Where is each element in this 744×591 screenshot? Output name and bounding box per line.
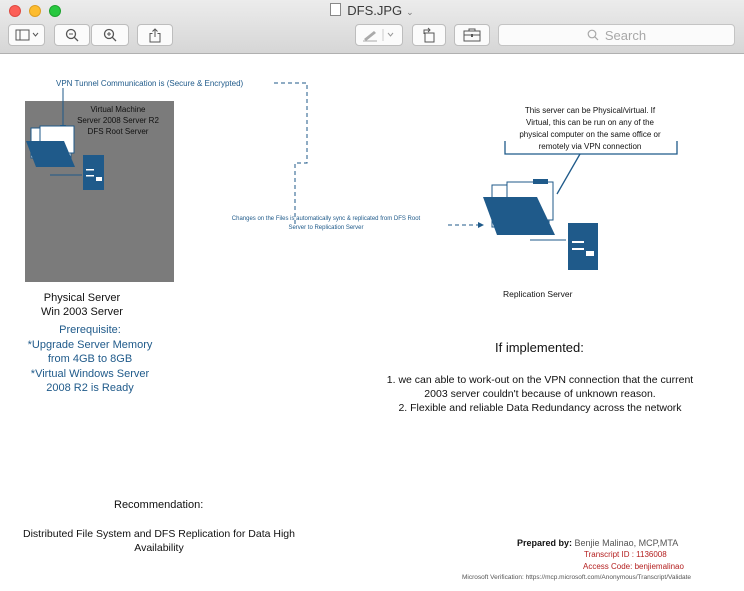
- share-button[interactable]: [137, 24, 173, 46]
- sidebar-view-button[interactable]: [8, 24, 45, 46]
- chevron-down-icon: ⌄: [406, 7, 414, 17]
- toolbox-button[interactable]: [454, 24, 490, 46]
- rotate-icon: [423, 27, 435, 43]
- document-icon: [330, 3, 342, 16]
- search-placeholder: Search: [604, 27, 647, 43]
- vm-server-icon: [83, 155, 104, 190]
- implemented-points: 1. we can able to work-out on the VPN co…: [386, 374, 694, 414]
- zoom-in-button[interactable]: [91, 24, 129, 46]
- sync-label: Changes on the Files is automatically sy…: [231, 216, 421, 231]
- access-code: Access Code: benjiemalinao: [583, 562, 684, 571]
- zoom-out-button[interactable]: [54, 24, 90, 46]
- replication-server-icon: [568, 223, 598, 270]
- zoom-in-icon: [103, 28, 117, 42]
- recommendation-body: Distributed File System and DFS Replicat…: [23, 528, 295, 554]
- replication-folder-icon: [483, 179, 555, 235]
- prerequisite-text: Prerequisite: *Upgrade Server Memory fro…: [27, 324, 153, 394]
- verification-link: Microsoft Verification: https://mcp.micr…: [462, 574, 692, 581]
- vpn-tunnel-line: [274, 82, 308, 225]
- toolbox-icon: [463, 28, 481, 42]
- window-titlebar: DFS.JPG ⌄ Search: [0, 0, 744, 54]
- recommendation-heading: Recommendation:: [114, 499, 204, 511]
- vm-label: Virtual Machine Server 2008 Server R2 DF…: [77, 105, 159, 136]
- rotate-button[interactable]: [412, 24, 446, 46]
- image-canvas: VPN Tunnel Communication is (Secure & En…: [0, 55, 744, 591]
- replication-server-label: Replication Server: [503, 289, 573, 299]
- implemented-heading: If implemented:: [495, 340, 584, 355]
- zoom-out-icon: [65, 28, 79, 42]
- transcript-id: Transcript ID : 1136008: [584, 550, 667, 559]
- physical-server-label: Physical Server Win 2003 Server: [41, 292, 123, 318]
- replication-note: This server can be Physical/virtual. If …: [519, 106, 661, 151]
- search-icon: [587, 29, 599, 41]
- search-input[interactable]: Search: [498, 24, 735, 46]
- markup-button[interactable]: [355, 24, 403, 46]
- share-icon: [149, 27, 161, 42]
- sidebar-icon: [15, 29, 38, 41]
- vpn-tunnel-label: VPN Tunnel Communication is (Secure & En…: [56, 79, 244, 88]
- note-pointer: [556, 153, 581, 195]
- prepared-by: Prepared by: Benjie Malinao, MCP,MTA: [517, 538, 679, 548]
- window-title[interactable]: DFS.JPG ⌄: [0, 3, 744, 18]
- pen-icon: [363, 29, 394, 42]
